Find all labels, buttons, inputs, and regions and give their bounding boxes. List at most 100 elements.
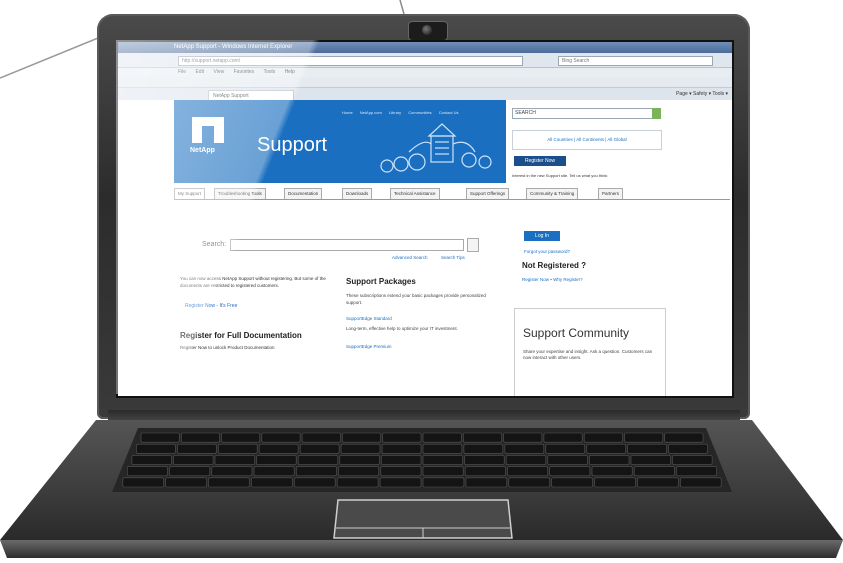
keyboard-key — [379, 477, 422, 488]
keyboard-key — [583, 432, 623, 443]
register-now-button[interactable]: Register Now — [514, 156, 566, 166]
menu-item-tools[interactable]: Tools — [263, 69, 275, 75]
keyboard-key — [668, 443, 708, 454]
keyboard-key — [251, 477, 293, 488]
keyboard-key — [122, 477, 165, 488]
favorites-bar — [118, 77, 732, 88]
keyboard-key — [422, 466, 464, 477]
logo-text: NetApp — [190, 147, 215, 154]
intro-text: You can now access NetApp Support withou… — [180, 276, 326, 288]
tab-partners[interactable]: Partners — [598, 188, 624, 199]
search-tips-link[interactable]: Search Tips — [441, 255, 465, 260]
packages-description: These subscriptions extend your basic pa… — [346, 293, 486, 305]
browser-search-input[interactable]: Bing Search — [558, 56, 713, 66]
keyboard-key — [545, 443, 585, 454]
banner-illustration-icon — [380, 123, 492, 173]
advanced-search-link[interactable]: Advanced Search — [392, 255, 428, 260]
search-icon[interactable] — [467, 238, 479, 252]
keyboard-key — [253, 466, 295, 477]
keyboard-key — [504, 443, 545, 454]
command-bar[interactable]: Page ▾ Safety ▾ Tools ▾ — [676, 90, 728, 98]
site-banner: NetApp Support Home NetApp.com Library C… — [174, 100, 506, 183]
menu-item-edit[interactable]: Edit — [195, 69, 204, 75]
keyboard-key — [679, 477, 722, 488]
language-links[interactable]: All Countries | All Continents | All Glo… — [512, 130, 662, 150]
register-heading: Register for Full Documentation — [180, 331, 302, 340]
menu-item-favorites[interactable]: Favorites — [234, 69, 255, 75]
keyboard-key — [380, 466, 422, 477]
address-field[interactable]: http://support.netapp.com/ — [178, 56, 523, 66]
menu-bar: File Edit View Favorites Tools Help — [118, 68, 732, 77]
keyboard-key — [462, 432, 502, 443]
keyboard-key — [589, 455, 630, 465]
tab-support-offerings[interactable]: Support Offerings — [466, 188, 510, 199]
supportedge-premium-link[interactable]: SupportEdge Premium — [346, 344, 392, 349]
top-link-home[interactable]: Home — [342, 110, 353, 115]
register-links[interactable]: Register Now • Why Register? — [522, 277, 583, 282]
laptop-screen: NetApp Support - Windows Internet Explor… — [116, 40, 734, 398]
keyboard-key — [676, 466, 717, 477]
top-link-contact[interactable]: Contact Us — [439, 110, 459, 115]
packages-description-2: Long-term, effective help to optimize yo… — [346, 326, 458, 331]
feedback-note: Interest in the new Support site. Tell u… — [512, 173, 608, 178]
keyboard-key — [218, 443, 258, 454]
keyboard-key — [181, 432, 220, 443]
netapp-logo-icon[interactable] — [192, 117, 224, 143]
keyboard-key — [422, 443, 463, 454]
keyboard-key — [591, 466, 633, 477]
keyboard-key — [547, 455, 588, 465]
keyboard-key — [422, 477, 465, 488]
search-go-button[interactable] — [652, 108, 661, 119]
register-subtext: Register Now to unlock Product Documenta… — [180, 345, 275, 350]
menu-item-help[interactable]: Help — [285, 69, 295, 75]
tab-documentation[interactable]: Documentation — [284, 188, 323, 199]
keyboard-key — [140, 432, 180, 443]
top-link-library[interactable]: Library — [389, 110, 401, 115]
search-input[interactable] — [230, 239, 464, 251]
keyboard-key — [672, 455, 713, 465]
menu-item-file[interactable]: File — [178, 69, 186, 75]
keyboard-key — [136, 443, 176, 454]
keyboard-key — [465, 477, 508, 488]
tab-my-support[interactable]: My Support — [174, 188, 206, 199]
keyboard-key — [624, 432, 664, 443]
keyboard-key — [664, 432, 704, 443]
keyboard-key — [169, 466, 211, 477]
keyboard-key — [340, 443, 381, 454]
keyboard-key — [503, 432, 543, 443]
keyboard-key — [173, 455, 214, 465]
tab-troubleshooting[interactable]: Troubleshooting Tools — [214, 188, 266, 199]
address-bar: http://support.netapp.com/ Bing Search — [118, 53, 732, 68]
top-link-netapp[interactable]: NetApp.com — [360, 110, 382, 115]
right-panel: SEARCH All Countries | All Continents | … — [508, 100, 732, 183]
keyboard-key — [131, 455, 172, 465]
top-link-communities[interactable]: Communities — [408, 110, 431, 115]
site-nav-tabs: My Support Troubleshooting Tools Documen… — [174, 188, 730, 200]
keyboard-key — [339, 455, 380, 465]
keyboard-key — [505, 455, 547, 465]
tab-technical-assistance[interactable]: Technical Assistance — [390, 188, 440, 199]
keyboard-key — [256, 455, 297, 465]
login-button[interactable]: Log In — [524, 231, 560, 241]
community-text: Share your expertise and insight. Ask a … — [523, 349, 653, 360]
tab-community-training[interactable]: Community & Training — [526, 188, 579, 199]
top-links: Home NetApp.com Library Communities Cont… — [342, 110, 465, 115]
keyboard-key — [295, 466, 337, 477]
web-page: NetApp Support Home NetApp.com Library C… — [118, 100, 732, 396]
community-panel: Support Community Share your expertise a… — [514, 308, 666, 396]
keyboard-key — [543, 432, 583, 443]
keyboard-key — [627, 443, 667, 454]
keyboard-key — [127, 466, 168, 477]
forgot-password-link[interactable]: Forgot your password? — [524, 249, 570, 254]
keyboard-key — [297, 455, 339, 465]
menu-item-view[interactable]: View — [213, 69, 224, 75]
keyboard-key — [381, 443, 422, 454]
register-free-link[interactable]: Register Now - It's Free — [185, 303, 237, 309]
tab-downloads[interactable]: Downloads — [342, 188, 373, 199]
keyboard-key — [551, 477, 593, 488]
site-search-input[interactable]: SEARCH — [512, 108, 656, 119]
supportedge-standard-link[interactable]: SupportEdge Standard — [346, 316, 392, 321]
keyboard-key — [549, 466, 591, 477]
community-title: Support Community — [523, 326, 630, 340]
keyboard-key — [633, 466, 675, 477]
